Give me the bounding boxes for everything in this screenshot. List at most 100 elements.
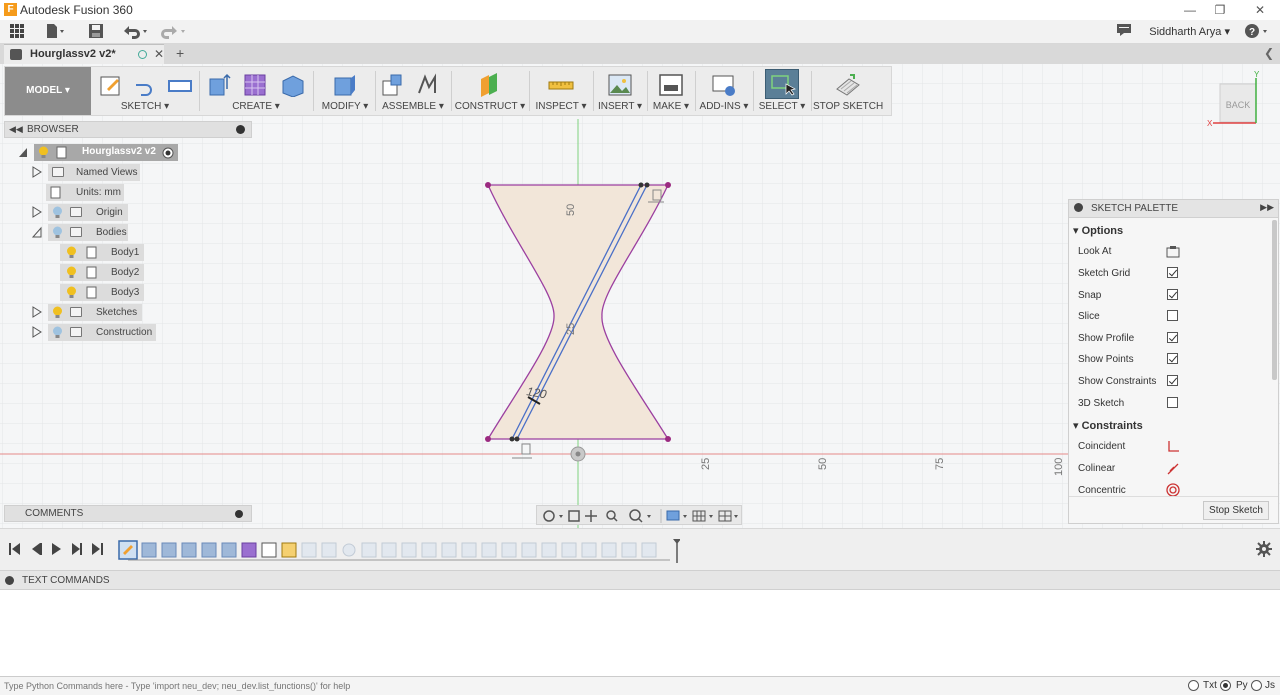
show-profile-option[interactable]: Show Profile	[1069, 329, 1269, 349]
minimize-button[interactable]: —	[1182, 2, 1198, 18]
browser-node-body2[interactable]: Body2	[60, 264, 150, 281]
sketch-grid-option[interactable]: Sketch Grid	[1069, 264, 1269, 284]
look-at-option[interactable]: Look At	[1069, 242, 1269, 262]
inspect-group[interactable]: INSPECT ▾	[531, 67, 591, 115]
axis-tick-label: 25	[700, 458, 712, 470]
3d-sketch-checkbox[interactable]	[1167, 397, 1178, 408]
help-icon[interactable]: ?	[1244, 23, 1272, 41]
new-tab-icon[interactable]: +	[176, 45, 184, 61]
js-mode-radio[interactable]	[1251, 680, 1262, 691]
3d-print-icon	[659, 74, 683, 96]
show-constraints-option[interactable]: Show Constraints	[1069, 372, 1269, 392]
file-menu-icon[interactable]	[44, 23, 66, 41]
sketches-label: Sketches	[96, 307, 138, 318]
coincident-constraint[interactable]: Coincident	[1069, 437, 1269, 457]
construct-group[interactable]: CONSTRUCT ▾	[453, 67, 527, 115]
palette-pin-icon[interactable]	[1074, 203, 1083, 212]
browser-node-body1[interactable]: Body1	[60, 244, 150, 261]
stop-sketch-label[interactable]: STOP SKETCH	[813, 101, 883, 112]
add-comment-icon[interactable]	[235, 510, 243, 518]
comments-header[interactable]: COMMENTS	[4, 505, 252, 522]
browser-node-construction[interactable]: Construction	[32, 324, 158, 341]
timeline-track[interactable]	[118, 539, 681, 563]
browser-root-label: Hourglassv2 v2	[82, 146, 156, 157]
text-commands-pin-icon[interactable]	[5, 576, 14, 585]
modify-group[interactable]: MODIFY ▾	[317, 67, 373, 115]
body3-label: Body3	[111, 287, 140, 298]
collapse-panel-icon[interactable]: ◀◀	[9, 124, 23, 135]
select-tool-active[interactable]	[765, 69, 799, 99]
sketch-group[interactable]: SKETCH ▾	[95, 67, 195, 115]
folder-icon	[70, 327, 82, 337]
browser-node-sketches[interactable]: Sketches	[32, 304, 142, 321]
assemble-menu-label[interactable]: ASSEMBLE ▾	[377, 101, 449, 112]
browser-node-origin[interactable]: Origin	[32, 204, 132, 221]
redo-icon[interactable]	[158, 23, 188, 41]
insert-group[interactable]: INSERT ▾	[595, 67, 645, 115]
colinear-constraint[interactable]: Colinear	[1069, 459, 1269, 479]
slice-checkbox[interactable]	[1167, 310, 1178, 321]
show-points-option[interactable]: Show Points	[1069, 350, 1269, 370]
close-window-button[interactable]: ✕	[1252, 2, 1268, 18]
make-menu-label[interactable]: MAKE ▾	[649, 101, 693, 112]
snap-option[interactable]: Snap	[1069, 286, 1269, 306]
display-settings-icon	[666, 510, 687, 521]
slice-option[interactable]: Slice	[1069, 307, 1269, 327]
modify-menu-label[interactable]: MODIFY ▾	[317, 101, 373, 112]
show-constraints-checkbox[interactable]	[1167, 375, 1178, 386]
select-menu-label[interactable]: SELECT ▾	[757, 101, 807, 112]
close-tab-icon[interactable]: ✕	[154, 47, 164, 61]
assemble-group[interactable]: ASSEMBLE ▾	[377, 67, 449, 115]
options-section-header[interactable]: ▾ Options	[1073, 224, 1123, 237]
py-mode-radio[interactable]	[1220, 680, 1231, 691]
inspect-menu-label[interactable]: INSPECT ▾	[531, 101, 591, 112]
expand-panel-icon[interactable]: ▶▶	[1260, 202, 1274, 213]
look-at-icon	[1166, 246, 1180, 258]
document-tab[interactable]: Hourglassv2 v2* ✕	[4, 44, 164, 64]
addins-group[interactable]: ADD-INS ▾	[697, 67, 751, 115]
construct-menu-label[interactable]: CONSTRUCT ▾	[453, 101, 527, 112]
browser-node-body3[interactable]: Body3	[60, 284, 150, 301]
data-panel-grid-icon[interactable]	[8, 23, 26, 41]
svg-text:?: ?	[1249, 27, 1255, 38]
browser-header[interactable]: ◀◀ BROWSER	[4, 121, 252, 138]
show-profile-checkbox[interactable]	[1167, 332, 1178, 343]
stop-sketch-button[interactable]: Stop Sketch	[1203, 501, 1269, 520]
fit-icon	[629, 509, 651, 523]
offset-plane-icon	[481, 73, 497, 97]
addins-menu-label[interactable]: ADD-INS ▾	[697, 101, 751, 112]
insert-menu-label[interactable]: INSERT ▾	[595, 101, 645, 112]
user-menu[interactable]: Siddharth Arya ▾	[1149, 25, 1230, 38]
create-group[interactable]: CREATE ▾	[203, 67, 309, 115]
browser-node-units[interactable]: Units: mm	[32, 184, 132, 201]
show-points-checkbox[interactable]	[1167, 353, 1178, 364]
python-command-input[interactable]	[0, 677, 1180, 695]
sketch-menu-label[interactable]: SKETCH ▾	[95, 101, 195, 112]
snap-checkbox[interactable]	[1167, 289, 1178, 300]
browser-root-node[interactable]: Hourglassv2 v2	[18, 144, 188, 161]
browser-node-bodies[interactable]: Bodies	[32, 224, 142, 241]
tab-overflow-icon[interactable]: ❮	[1264, 46, 1274, 60]
restore-button[interactable]: ❐	[1212, 2, 1228, 18]
palette-scrollbar[interactable]	[1272, 220, 1277, 380]
browser-title: BROWSER	[27, 124, 79, 135]
txt-mode-radio[interactable]	[1188, 680, 1199, 691]
grid-settings-icon	[692, 510, 713, 522]
select-group[interactable]: SELECT ▾	[757, 67, 807, 115]
workspace-switcher[interactable]: MODEL ▾	[5, 67, 91, 115]
undo-icon[interactable]	[120, 23, 150, 41]
sketch-palette-header[interactable]: SKETCH PALETTE ▶▶	[1069, 200, 1278, 218]
create-menu-label[interactable]: CREATE ▾	[203, 101, 309, 112]
constraints-section-header[interactable]: ▾ Constraints	[1073, 419, 1143, 432]
stop-sketch-group[interactable]: STOP SKETCH	[813, 67, 883, 115]
sketch-grid-checkbox[interactable]	[1167, 267, 1178, 278]
comments-icon[interactable]	[1114, 23, 1134, 41]
make-group[interactable]: MAKE ▾	[649, 67, 693, 115]
text-commands-header[interactable]: TEXT COMMANDS	[0, 570, 1280, 590]
save-icon[interactable]	[88, 23, 104, 41]
browser-pin-icon[interactable]	[236, 125, 245, 134]
visibility-bulb-icon	[67, 286, 76, 298]
folder-icon	[70, 227, 82, 237]
3d-sketch-option[interactable]: 3D Sketch	[1069, 394, 1269, 414]
browser-node-named-views[interactable]: Named Views	[32, 164, 142, 181]
